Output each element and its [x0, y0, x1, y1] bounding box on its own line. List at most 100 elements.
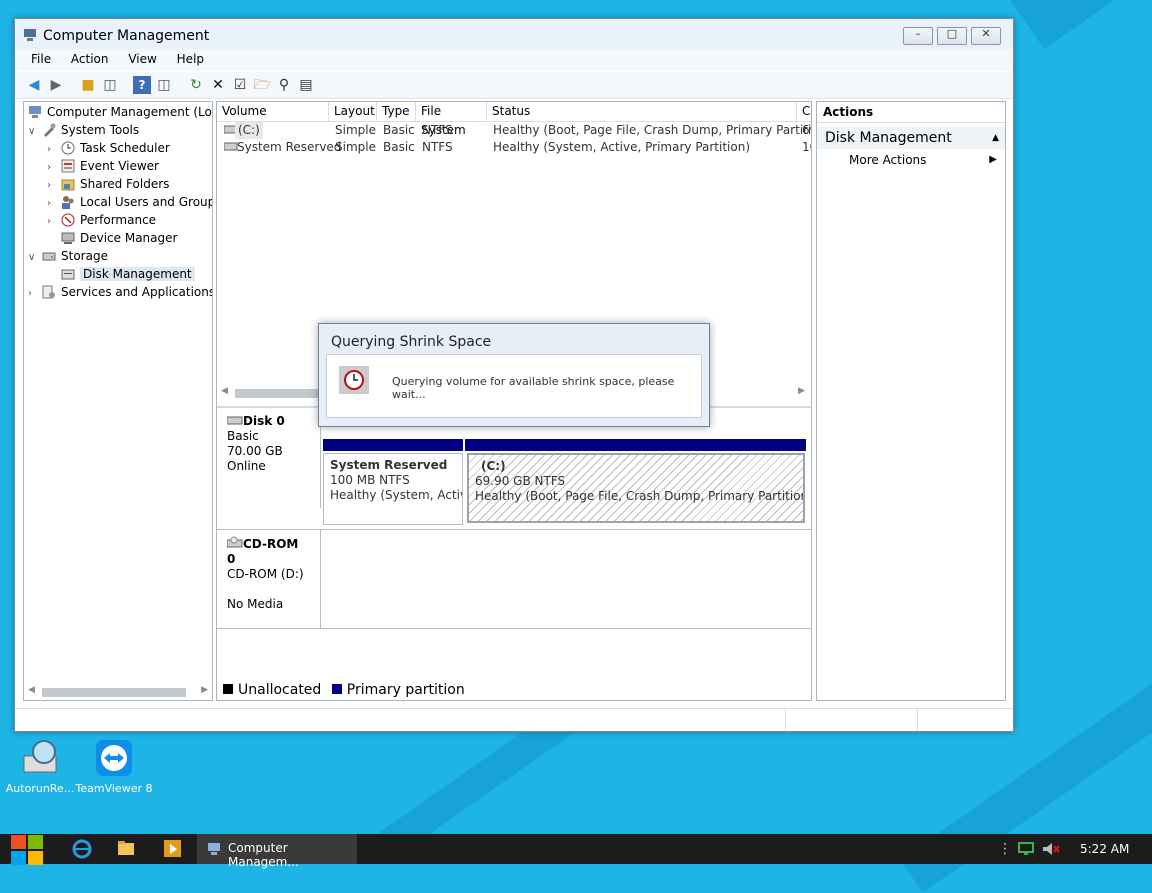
tree-system-tools[interactable]: ∨ System Tools — [28, 121, 139, 139]
media-player-icon[interactable] — [164, 840, 182, 870]
actions-pane: Actions Disk Management ▲ More Actions ▶ — [816, 101, 1006, 701]
cdrom-0-info[interactable]: CD-ROM 0 CD-ROM (D:) No Media — [217, 530, 321, 628]
taskbar-clock[interactable]: 5:22 AM — [1080, 842, 1129, 856]
column-status[interactable]: Status — [487, 102, 797, 121]
title-bar[interactable]: Computer Management – □ ✕ — [15, 19, 1013, 49]
volume-muted-icon[interactable] — [1042, 842, 1060, 872]
desktop-icon-autorun[interactable]: AutorunRe... — [0, 738, 80, 795]
tree-event-viewer[interactable]: › Event Viewer — [47, 157, 159, 175]
menu-bar: File Action View Help — [15, 49, 1013, 71]
scroll-right-icon[interactable]: ▶ — [798, 386, 805, 396]
collapse-icon[interactable]: ∨ — [28, 249, 42, 267]
volume-fs: NTFS — [422, 140, 453, 154]
volume-name: (C:) — [235, 122, 263, 139]
disk-icon[interactable]: ▤ — [297, 76, 315, 94]
tray-overflow-icon[interactable]: ⋮ — [998, 841, 1012, 871]
scroll-right-icon[interactable]: ▶ — [201, 685, 208, 695]
open-icon[interactable]: 🗁 — [253, 76, 271, 94]
volume-type: Basic — [383, 140, 415, 154]
up-folder-icon[interactable]: ■ — [79, 76, 97, 94]
volume-row[interactable]: System Reserved Simple Basic NTFS Health… — [217, 139, 811, 156]
forward-icon[interactable]: ▶ — [47, 76, 65, 94]
network-icon[interactable] — [1018, 842, 1036, 872]
collapse-up-icon[interactable]: ▲ — [992, 127, 999, 149]
minimize-button[interactable]: – — [903, 27, 933, 45]
tree-scrollbar[interactable]: ◀ ▶ — [24, 684, 212, 700]
desktop-icon-label: TeamViewer 8 — [75, 782, 153, 795]
help-icon[interactable]: ? — [133, 76, 151, 94]
cdrom-icon — [226, 536, 243, 551]
minimize-icon: – — [915, 27, 921, 40]
services-icon — [42, 285, 56, 299]
show-hide-action-pane-icon[interactable]: ◫ — [155, 76, 173, 94]
disk-icon — [226, 414, 243, 428]
partition-system-reserved[interactable]: System Reserved 100 MB NTFS Healthy (Sys… — [323, 453, 463, 525]
taskbar: Computer Managem... ⋮ 5:22 AM — [0, 833, 1152, 869]
properties-icon[interactable]: ☑ — [231, 76, 249, 94]
close-button[interactable]: ✕ — [971, 27, 1001, 45]
column-layout[interactable]: Layout — [329, 102, 377, 121]
menu-action[interactable]: Action — [63, 49, 117, 66]
tree-label: Storage — [61, 249, 108, 263]
volume-status: Healthy (System, Active, Primary Partiti… — [493, 140, 751, 154]
start-button[interactable] — [10, 833, 44, 865]
scroll-left-icon[interactable]: ◀ — [28, 685, 35, 695]
desktop-icon-teamviewer[interactable]: TeamViewer 8 — [74, 738, 154, 795]
tree-disk-management[interactable]: Disk Management — [47, 265, 195, 283]
show-hide-tree-icon[interactable]: ◫ — [101, 76, 119, 94]
menu-file[interactable]: File — [23, 49, 59, 66]
menu-view[interactable]: View — [120, 49, 164, 66]
column-volume[interactable]: Volume — [217, 102, 329, 121]
tree-root[interactable]: Computer Management (Local — [28, 103, 213, 121]
task-computer-management[interactable]: Computer Managem... — [197, 834, 357, 869]
delete-icon[interactable]: ✕ — [209, 76, 227, 94]
querying-shrink-dialog: Querying Shrink Space Querying volume fo… — [318, 323, 710, 427]
device-manager-icon — [61, 231, 75, 245]
scrollbar-thumb[interactable] — [42, 688, 186, 697]
tree-label: Local Users and Groups — [80, 195, 213, 209]
column-capacity[interactable]: C — [797, 102, 811, 121]
internet-explorer-icon[interactable] — [72, 839, 92, 869]
file-explorer-icon[interactable] — [118, 841, 136, 871]
partition-status: Healthy (Boot, Page File, Crash Dump, Pr… — [475, 489, 805, 503]
storage-icon — [42, 249, 56, 263]
column-type[interactable]: Type — [377, 102, 416, 121]
legend: Unallocated Primary partition — [223, 682, 465, 698]
disk-0-header: Disk 0 — [226, 414, 310, 429]
tree-services-applications[interactable]: › Services and Applications — [28, 283, 212, 303]
tree-device-manager[interactable]: Device Manager — [47, 229, 177, 247]
volume-row[interactable]: (C:) Simple Basic NTFS Healthy (Boot, Pa… — [217, 122, 811, 139]
collapse-icon[interactable]: ∨ — [28, 123, 42, 141]
tree-label: Computer Management (Local — [47, 105, 213, 119]
tree-storage[interactable]: ∨ Storage — [28, 247, 108, 265]
window-title: Computer Management — [43, 28, 210, 44]
dialog-title: Querying Shrink Space — [331, 334, 492, 350]
refresh-icon[interactable]: ↻ — [187, 76, 205, 94]
teamviewer-icon — [94, 738, 134, 778]
actions-section-disk-management[interactable]: Disk Management ▲ — [817, 127, 1005, 149]
more-actions[interactable]: More Actions ▶ — [817, 149, 1005, 171]
maximize-button[interactable]: □ — [937, 27, 967, 45]
partition-c[interactable]: (C:) 69.90 GB NTFS Healthy (Boot, Page F… — [467, 453, 805, 523]
expand-icon[interactable]: › — [28, 285, 42, 303]
tools-icon — [42, 123, 56, 137]
tree-local-users[interactable]: › Local Users and Groups — [47, 193, 213, 211]
menu-help[interactable]: Help — [169, 49, 212, 66]
volume-name: System Reserved — [237, 140, 342, 154]
tree-shared-folders[interactable]: › Shared Folders — [47, 175, 169, 193]
partition-bar-system-reserved — [323, 439, 463, 451]
scrollbar-thumb[interactable] — [235, 389, 325, 398]
tree-task-scheduler[interactable]: › Task Scheduler — [47, 139, 170, 157]
scroll-left-icon[interactable]: ◀ — [221, 386, 228, 396]
tree-label: Shared Folders — [80, 177, 170, 191]
maximize-icon: □ — [946, 27, 958, 40]
disk-0-info[interactable]: Disk 0 Basic 70.00 GB Online — [217, 408, 321, 508]
clock-icon — [339, 366, 369, 394]
volume-status: Healthy (Boot, Page File, Crash Dump, Pr… — [493, 123, 812, 137]
chevron-right-icon: ▶ — [989, 154, 997, 165]
tree-performance[interactable]: › Performance — [47, 211, 156, 229]
disk-divider — [217, 628, 811, 629]
search-icon[interactable]: ⚲ — [275, 76, 293, 94]
column-file-system[interactable]: File System — [416, 102, 487, 137]
back-icon[interactable]: ◀ — [25, 76, 43, 94]
